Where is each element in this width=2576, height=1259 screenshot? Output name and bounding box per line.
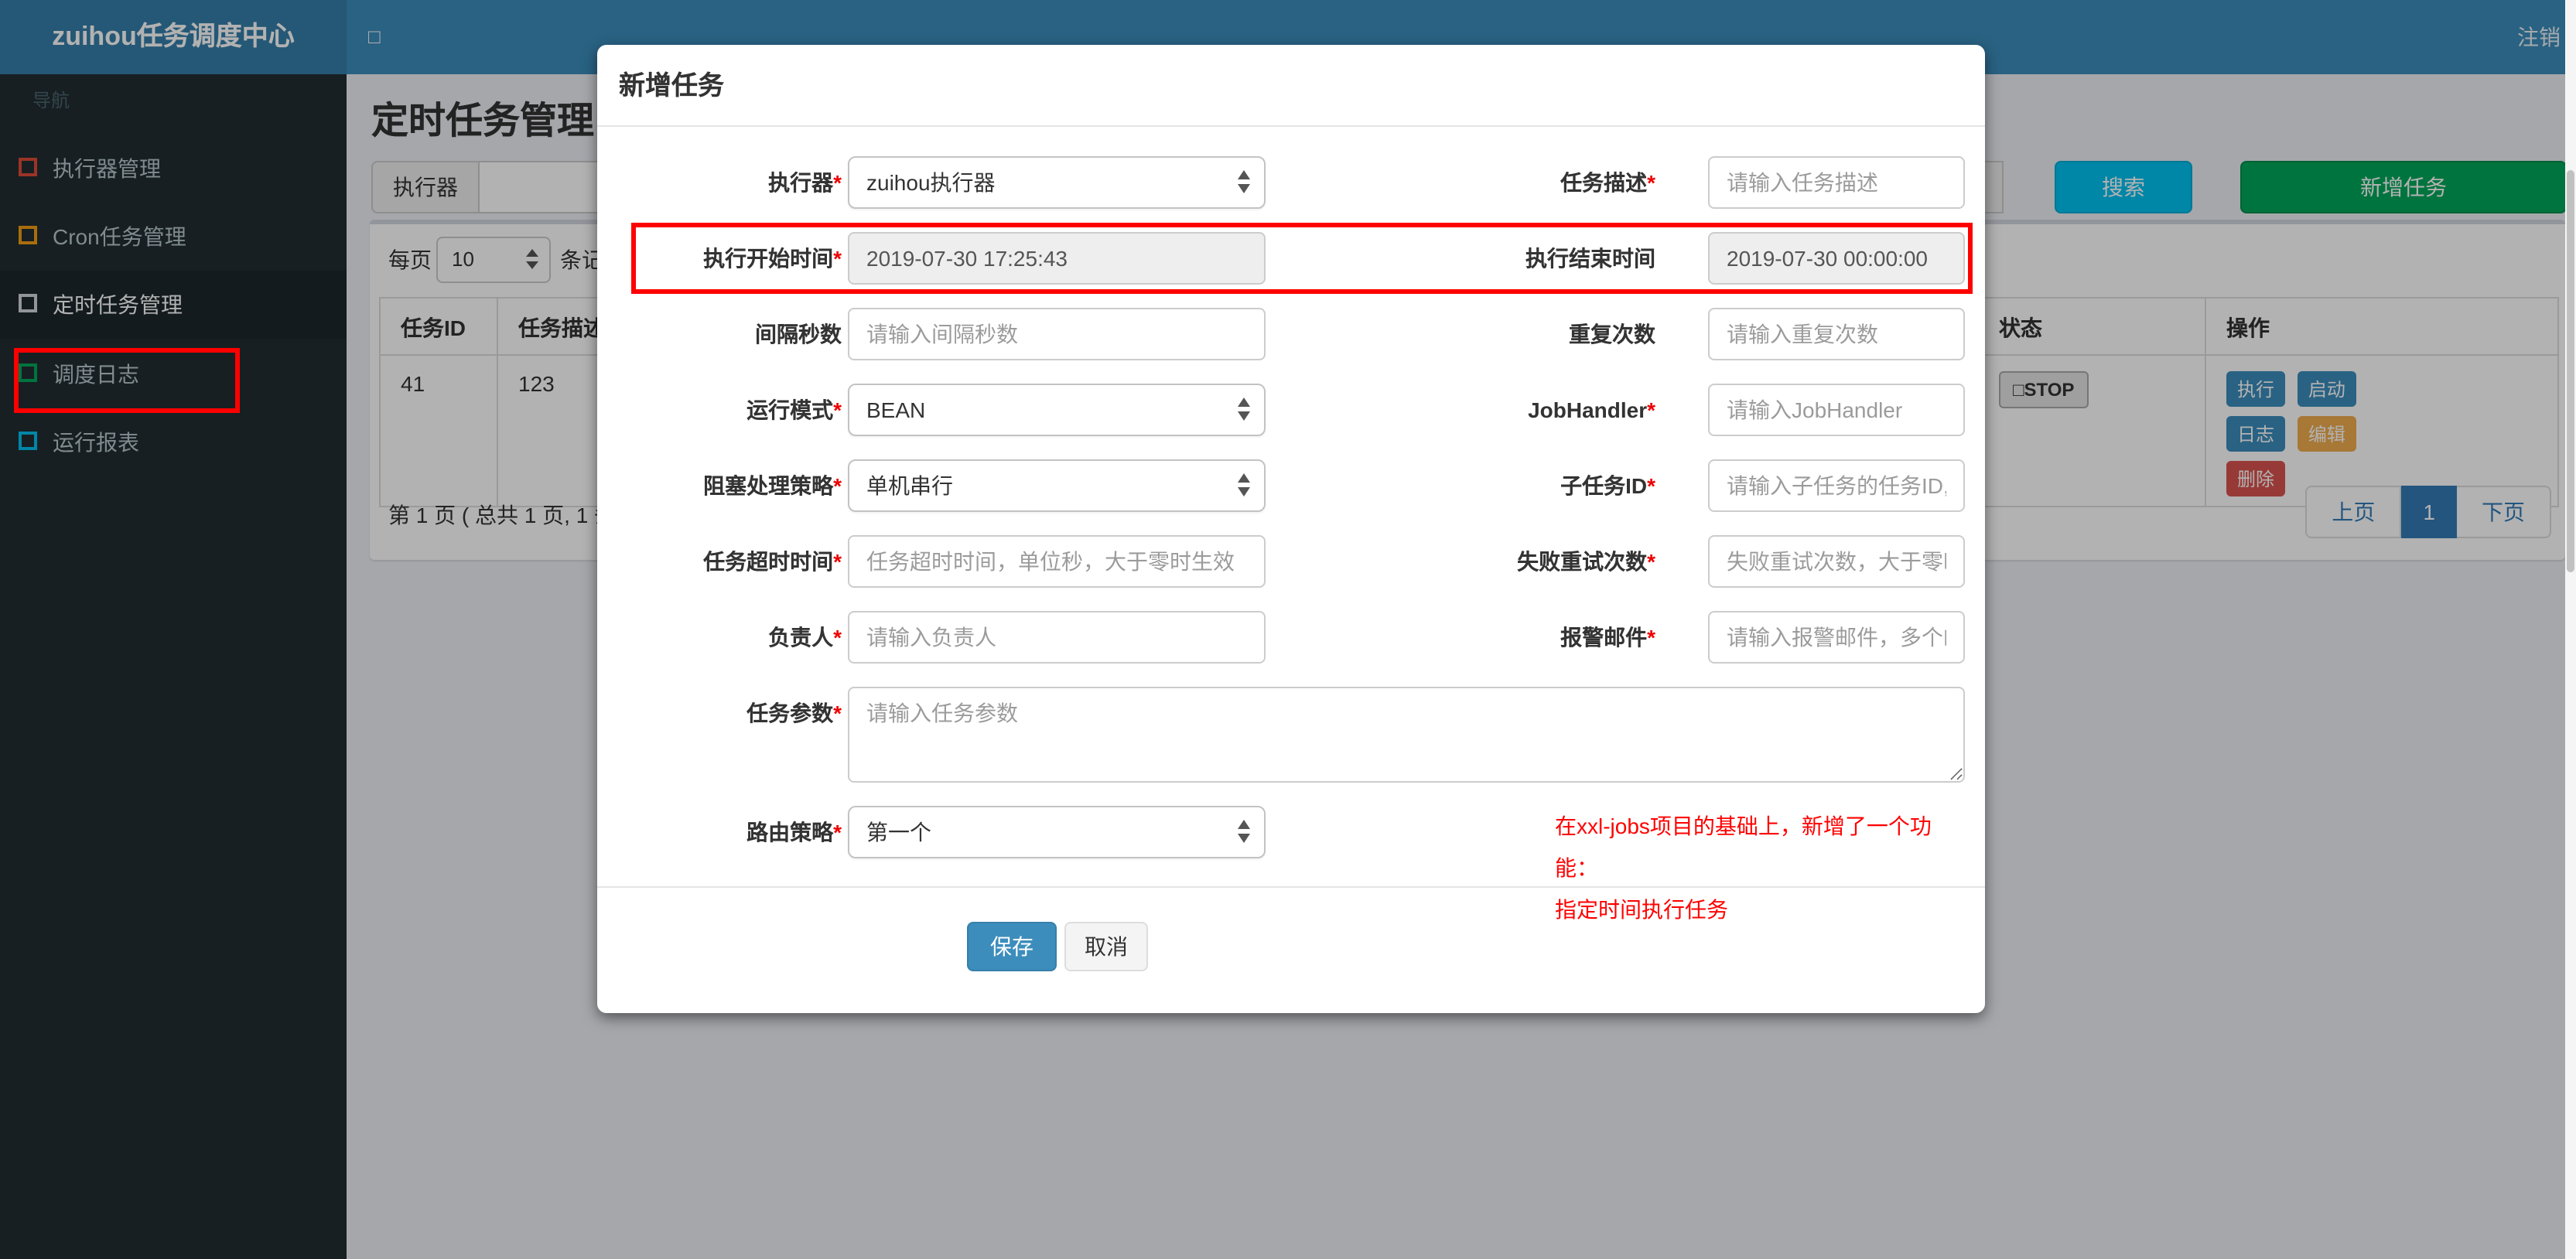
owner-input[interactable]: [848, 611, 1266, 664]
owner-label: 负责人*: [768, 625, 842, 650]
scrollbar[interactable]: [2565, 0, 2576, 1259]
interval-label: 间隔秒数: [755, 322, 842, 346]
modal-title: 新增任务: [619, 71, 724, 101]
select-arrows-icon: [1238, 820, 1250, 843]
interval-input[interactable]: [848, 308, 1266, 360]
job-handler-label: JobHandler*: [1528, 397, 1655, 422]
select-arrows-icon: [1238, 397, 1250, 421]
timeout-input[interactable]: [848, 535, 1266, 588]
annotation-note: 在xxl-jobs项目的基础上，新增了一个功能： 指定时间执行任务: [1555, 814, 1932, 922]
repeat-count-label: 重复次数: [1569, 322, 1655, 346]
fail-retry-input[interactable]: [1708, 535, 1965, 588]
run-mode-label: 运行模式*: [746, 397, 842, 422]
modal-body: 执行器* zuihou执行器 任务描述* 执行开始时间* 执行结束时间 间隔秒数…: [597, 127, 1985, 858]
modal-footer: 保存 取消: [597, 922, 1985, 971]
task-desc-input[interactable]: [1708, 156, 1965, 209]
job-param-label: 任务参数*: [746, 701, 842, 725]
block-strategy-select[interactable]: 单机串行: [848, 459, 1266, 512]
child-job-id-label: 子任务ID*: [1560, 473, 1655, 498]
scrollbar-thumb[interactable]: [2567, 170, 2574, 572]
repeat-count-input[interactable]: [1708, 308, 1965, 360]
modal-header: 新增任务: [597, 45, 1985, 127]
select-arrows-icon: [1238, 473, 1250, 496]
end-time-label: 执行结束时间: [1525, 246, 1655, 271]
cancel-button[interactable]: 取消: [1064, 922, 1148, 971]
alarm-email-label: 报警邮件*: [1560, 625, 1655, 650]
save-button[interactable]: 保存: [967, 922, 1057, 971]
timeout-label: 任务超时时间*: [703, 549, 842, 574]
block-strategy-label: 阻塞处理策略*: [703, 473, 842, 498]
child-job-id-input[interactable]: [1708, 459, 1965, 512]
select-arrows-icon: [1238, 170, 1250, 193]
route-strategy-label: 路由策略*: [746, 820, 842, 844]
executor-select[interactable]: zuihou执行器: [848, 156, 1266, 209]
start-time-input[interactable]: [848, 232, 1266, 285]
run-mode-select[interactable]: BEAN: [848, 384, 1266, 436]
job-param-textarea[interactable]: [848, 687, 1965, 783]
task-desc-label: 任务描述*: [1560, 170, 1655, 195]
start-time-label: 执行开始时间*: [703, 246, 842, 271]
job-handler-input[interactable]: [1708, 384, 1965, 436]
fail-retry-label: 失败重试次数*: [1517, 549, 1655, 574]
route-strategy-select[interactable]: 第一个: [848, 806, 1266, 858]
executor-label: 执行器*: [768, 170, 842, 195]
modal-footer-divider: [597, 886, 1985, 888]
alarm-email-input[interactable]: [1708, 611, 1965, 664]
end-time-input[interactable]: [1708, 232, 1965, 285]
add-task-modal: 新增任务 执行器* zuihou执行器 任务描述* 执行开始时间* 执行结束时间…: [597, 45, 1985, 1013]
